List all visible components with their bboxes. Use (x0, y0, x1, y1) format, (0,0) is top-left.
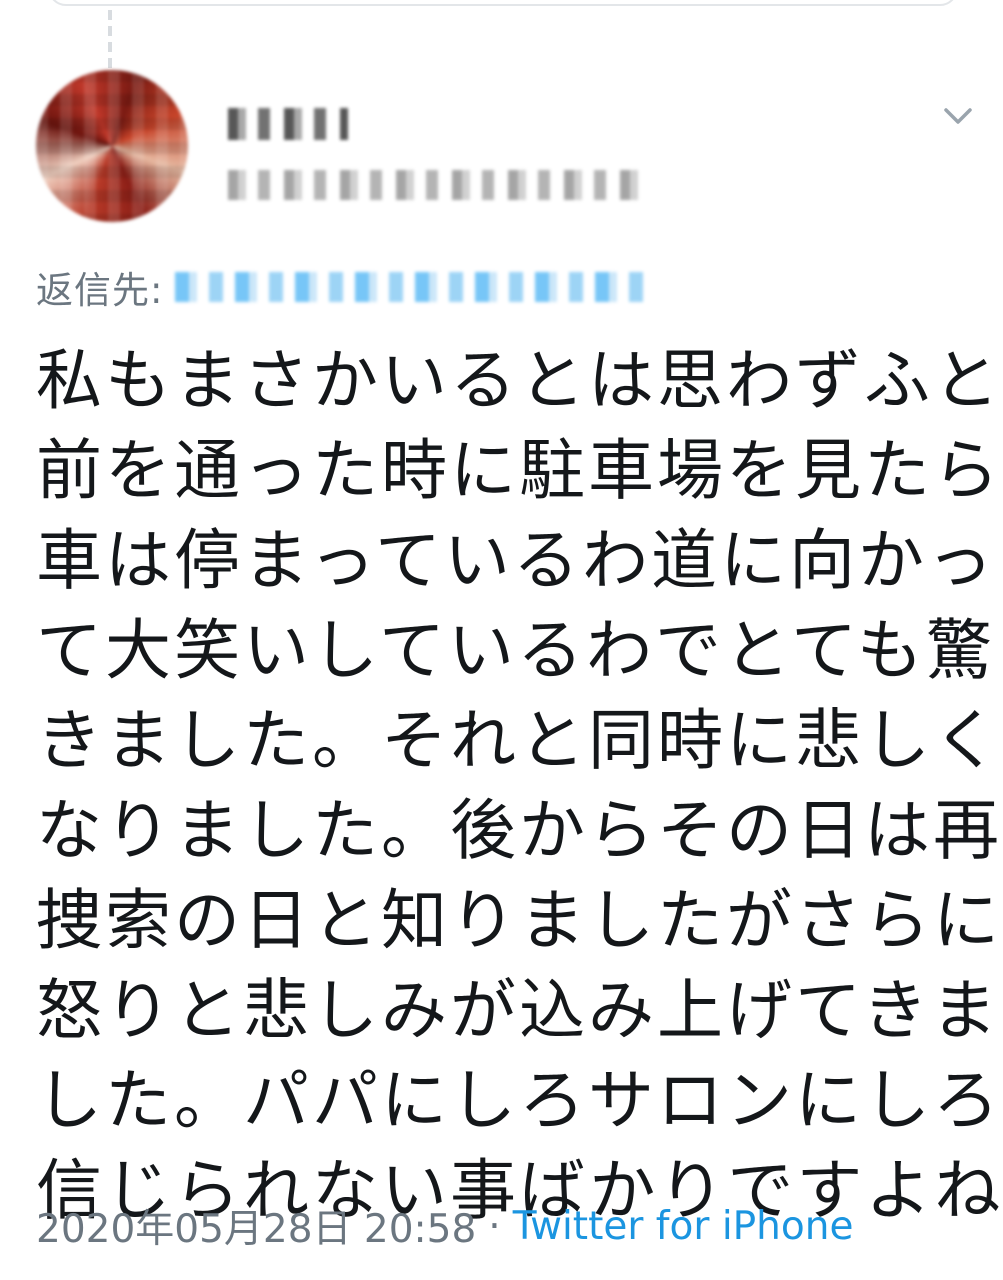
metadata-separator: · (488, 1203, 501, 1249)
tweet-body: 私もまさかいるとは思わずふと 前を通った時に駐車場を見たら 車は停まっているわ道… (36, 336, 1002, 1236)
tweet-text-line: 怒りと悲しみが込み上げてきま (36, 972, 1001, 1049)
reply-to-row: 返信先: (36, 262, 654, 312)
avatar-pixelation (36, 70, 188, 222)
reply-to-label: 返信先: (36, 269, 164, 312)
tweet-text-line: なりました。後からその日は再 (36, 792, 1002, 869)
tweet-text-line: 私もまさかいるとは思わずふと (36, 342, 1002, 419)
tweet-text-line: きました。それと同時に悲しく (36, 702, 1002, 779)
reply-to-handle-redacted[interactable] (175, 272, 654, 302)
tweet-metadata: 2020年05月28日 20:58 · Twitter for iPhone (36, 1196, 853, 1256)
tweet-text-line: した。パパにしろサロンにしろ (36, 1062, 1002, 1139)
tweet-text-line: 車は停まっているわ道に向かっ (36, 522, 997, 599)
tweet-text-line: 前を通った時に駐車場を見たら (36, 432, 1002, 509)
tweet-text-line: て大笑いしているわでとても驚 (36, 612, 995, 689)
tweet-timestamp[interactable]: 2020年05月28日 20:58 (36, 1198, 476, 1254)
thread-connector-line (108, 10, 112, 70)
display-name-redacted[interactable] (228, 108, 348, 140)
chevron-down-icon[interactable] (940, 100, 976, 130)
tweet-source-link[interactable]: Twitter for iPhone (513, 1204, 854, 1249)
tweet-text-line: 捜索の日と知りましたがさらに (36, 882, 1002, 959)
avatar[interactable] (36, 70, 188, 222)
username-redacted[interactable] (228, 170, 638, 200)
previous-tweet-card-edge (48, 0, 958, 6)
